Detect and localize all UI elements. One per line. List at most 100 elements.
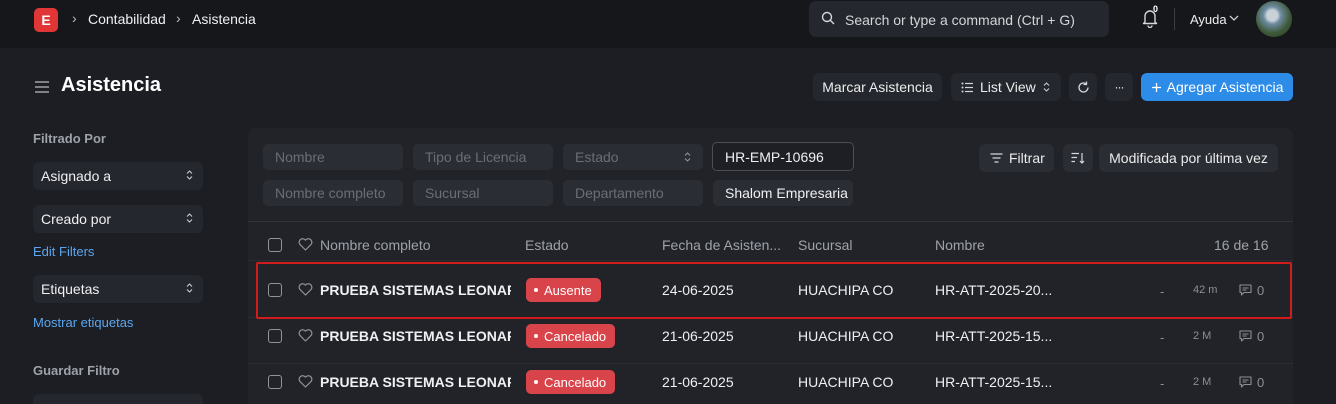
column-header-branch[interactable]: Sucursal	[798, 237, 852, 253]
search-placeholder: Search or type a command (Ctrl + G)	[845, 12, 1075, 28]
filter-company-value: Shalom Empresaria	[725, 185, 848, 201]
sort-icon	[1071, 152, 1085, 164]
row-id[interactable]: HR-ATT-2025-15...	[935, 374, 1052, 390]
navbar: E › Contabilidad › Asistencia Search or …	[0, 0, 1336, 48]
sort-field-button[interactable]: Modificada por última vez	[1099, 144, 1278, 172]
row-employee-name[interactable]: PRUEBA SISTEMAS LEONARDO	[320, 374, 511, 390]
select-chevrons-icon	[1043, 82, 1050, 92]
row-branch: HUACHIPA CO	[798, 374, 894, 390]
breadcrumb-asistencia[interactable]: Asistencia	[192, 11, 256, 27]
filter-icon	[990, 153, 1003, 163]
view-switcher[interactable]: List View	[951, 73, 1061, 101]
status-badge: Cancelado	[526, 324, 616, 348]
select-chevrons-icon	[186, 170, 193, 180]
search-input[interactable]: Search or type a command (Ctrl + G)	[809, 1, 1109, 37]
filter-departamento[interactable]: Departamento	[563, 180, 703, 206]
select-chevrons-icon	[186, 213, 193, 223]
row-modified-time: 2 M	[1193, 376, 1212, 388]
plus-icon	[1151, 82, 1161, 92]
more-actions-button[interactable]: ···	[1105, 73, 1133, 101]
help-menu[interactable]: Ayuda	[1190, 12, 1227, 27]
save-filter-input[interactable]	[33, 394, 203, 404]
select-all-checkbox[interactable]	[268, 238, 282, 252]
column-header-date[interactable]: Fecha de Asisten...	[662, 237, 781, 253]
column-header-id[interactable]: Nombre	[935, 237, 985, 253]
row-checkbox[interactable]	[268, 329, 282, 343]
filter-nombre-completo[interactable]: Nombre completo	[263, 180, 403, 206]
filter-employee[interactable]: HR-EMP-10696	[712, 142, 854, 171]
more-label: ···	[1114, 80, 1125, 94]
filter-button-label: Filtrar	[1009, 150, 1045, 166]
created-by-select[interactable]: Creado por	[33, 205, 203, 233]
filter-tipo-licencia-placeholder: Tipo de Licencia	[425, 149, 527, 165]
select-chevrons-icon	[684, 152, 691, 162]
filter-sucursal[interactable]: Sucursal	[413, 180, 553, 206]
filter-estado[interactable]: Estado	[563, 144, 703, 170]
row-checkbox[interactable]	[268, 375, 282, 389]
status-label: Cancelado	[544, 374, 607, 390]
created-by-label: Creado por	[41, 211, 112, 227]
filter-nombre[interactable]: Nombre	[263, 144, 403, 170]
notification-count: 0	[1153, 4, 1159, 14]
avatar[interactable]	[1256, 1, 1292, 37]
filter-button[interactable]: Filtrar	[979, 144, 1054, 172]
heart-icon[interactable]	[298, 238, 313, 251]
row-dash: -	[1160, 330, 1165, 345]
row-date: 21-06-2025	[662, 328, 734, 344]
hamburger-icon[interactable]	[34, 80, 50, 94]
show-tags-link[interactable]: Mostrar etiquetas	[33, 315, 133, 330]
list-icon	[961, 82, 973, 92]
row-id[interactable]: HR-ATT-2025-15...	[935, 328, 1052, 344]
comment-icon[interactable]	[1239, 376, 1252, 388]
breadcrumb-separator: ›	[176, 10, 181, 26]
mark-attendance-label: Marcar Asistencia	[822, 79, 933, 95]
app-logo[interactable]: E	[34, 8, 58, 32]
refresh-icon	[1077, 81, 1089, 93]
row-date: 21-06-2025	[662, 374, 734, 390]
breadcrumb-separator: ›	[72, 10, 77, 26]
row-branch: HUACHIPA CO	[798, 328, 894, 344]
column-header-name[interactable]: Nombre completo	[320, 237, 431, 253]
row-divider	[248, 363, 1293, 364]
mark-attendance-button[interactable]: Marcar Asistencia	[813, 73, 942, 101]
refresh-button[interactable]	[1069, 73, 1097, 101]
row-dash: -	[1160, 376, 1165, 391]
edit-filters-link[interactable]: Edit Filters	[33, 244, 94, 259]
filter-sucursal-placeholder: Sucursal	[425, 185, 480, 201]
record-count: 16 de 16	[1214, 237, 1269, 253]
highlight-box	[256, 262, 1292, 319]
add-attendance-button[interactable]: Agregar Asistencia	[1141, 73, 1293, 101]
sort-direction-button[interactable]	[1063, 144, 1093, 172]
filter-departamento-placeholder: Departamento	[575, 185, 664, 201]
view-label: List View	[980, 79, 1036, 95]
row-comment-count: 0	[1257, 375, 1265, 390]
row-modified-time: 2 M	[1193, 330, 1212, 342]
filtered-by-label: Filtrado Por	[33, 131, 106, 146]
filter-nombre-placeholder: Nombre	[275, 149, 325, 165]
comment-icon[interactable]	[1239, 330, 1252, 342]
card-divider	[248, 221, 1293, 222]
row-comment-count: 0	[1257, 329, 1265, 344]
heart-icon[interactable]	[298, 329, 313, 342]
filter-company[interactable]: Shalom Empresaria	[713, 180, 853, 206]
chevron-down-icon[interactable]	[1229, 15, 1239, 21]
column-header-status[interactable]: Estado	[525, 237, 569, 253]
heart-icon[interactable]	[298, 375, 313, 388]
filter-estado-placeholder: Estado	[575, 149, 619, 165]
filter-tipo-licencia[interactable]: Tipo de Licencia	[413, 144, 553, 170]
select-chevrons-icon	[186, 283, 193, 293]
add-attendance-label: Agregar Asistencia	[1166, 79, 1284, 95]
breadcrumb-contabilidad[interactable]: Contabilidad	[88, 11, 166, 27]
row-employee-name[interactable]: PRUEBA SISTEMAS LEONARDO	[320, 328, 511, 344]
filter-employee-value: HR-EMP-10696	[725, 149, 824, 165]
assigned-to-label: Asignado a	[41, 168, 112, 184]
page-title: Asistencia	[61, 74, 162, 96]
save-filter-label: Guardar Filtro	[33, 363, 120, 378]
row-divider	[248, 260, 1293, 261]
search-icon	[821, 11, 835, 25]
tags-select[interactable]: Etiquetas	[33, 275, 203, 303]
filter-nombre-completo-placeholder: Nombre completo	[275, 185, 386, 201]
sort-field-label: Modificada por última vez	[1109, 150, 1268, 166]
status-label: Cancelado	[544, 328, 607, 344]
assigned-to-select[interactable]: Asignado a	[33, 162, 203, 190]
